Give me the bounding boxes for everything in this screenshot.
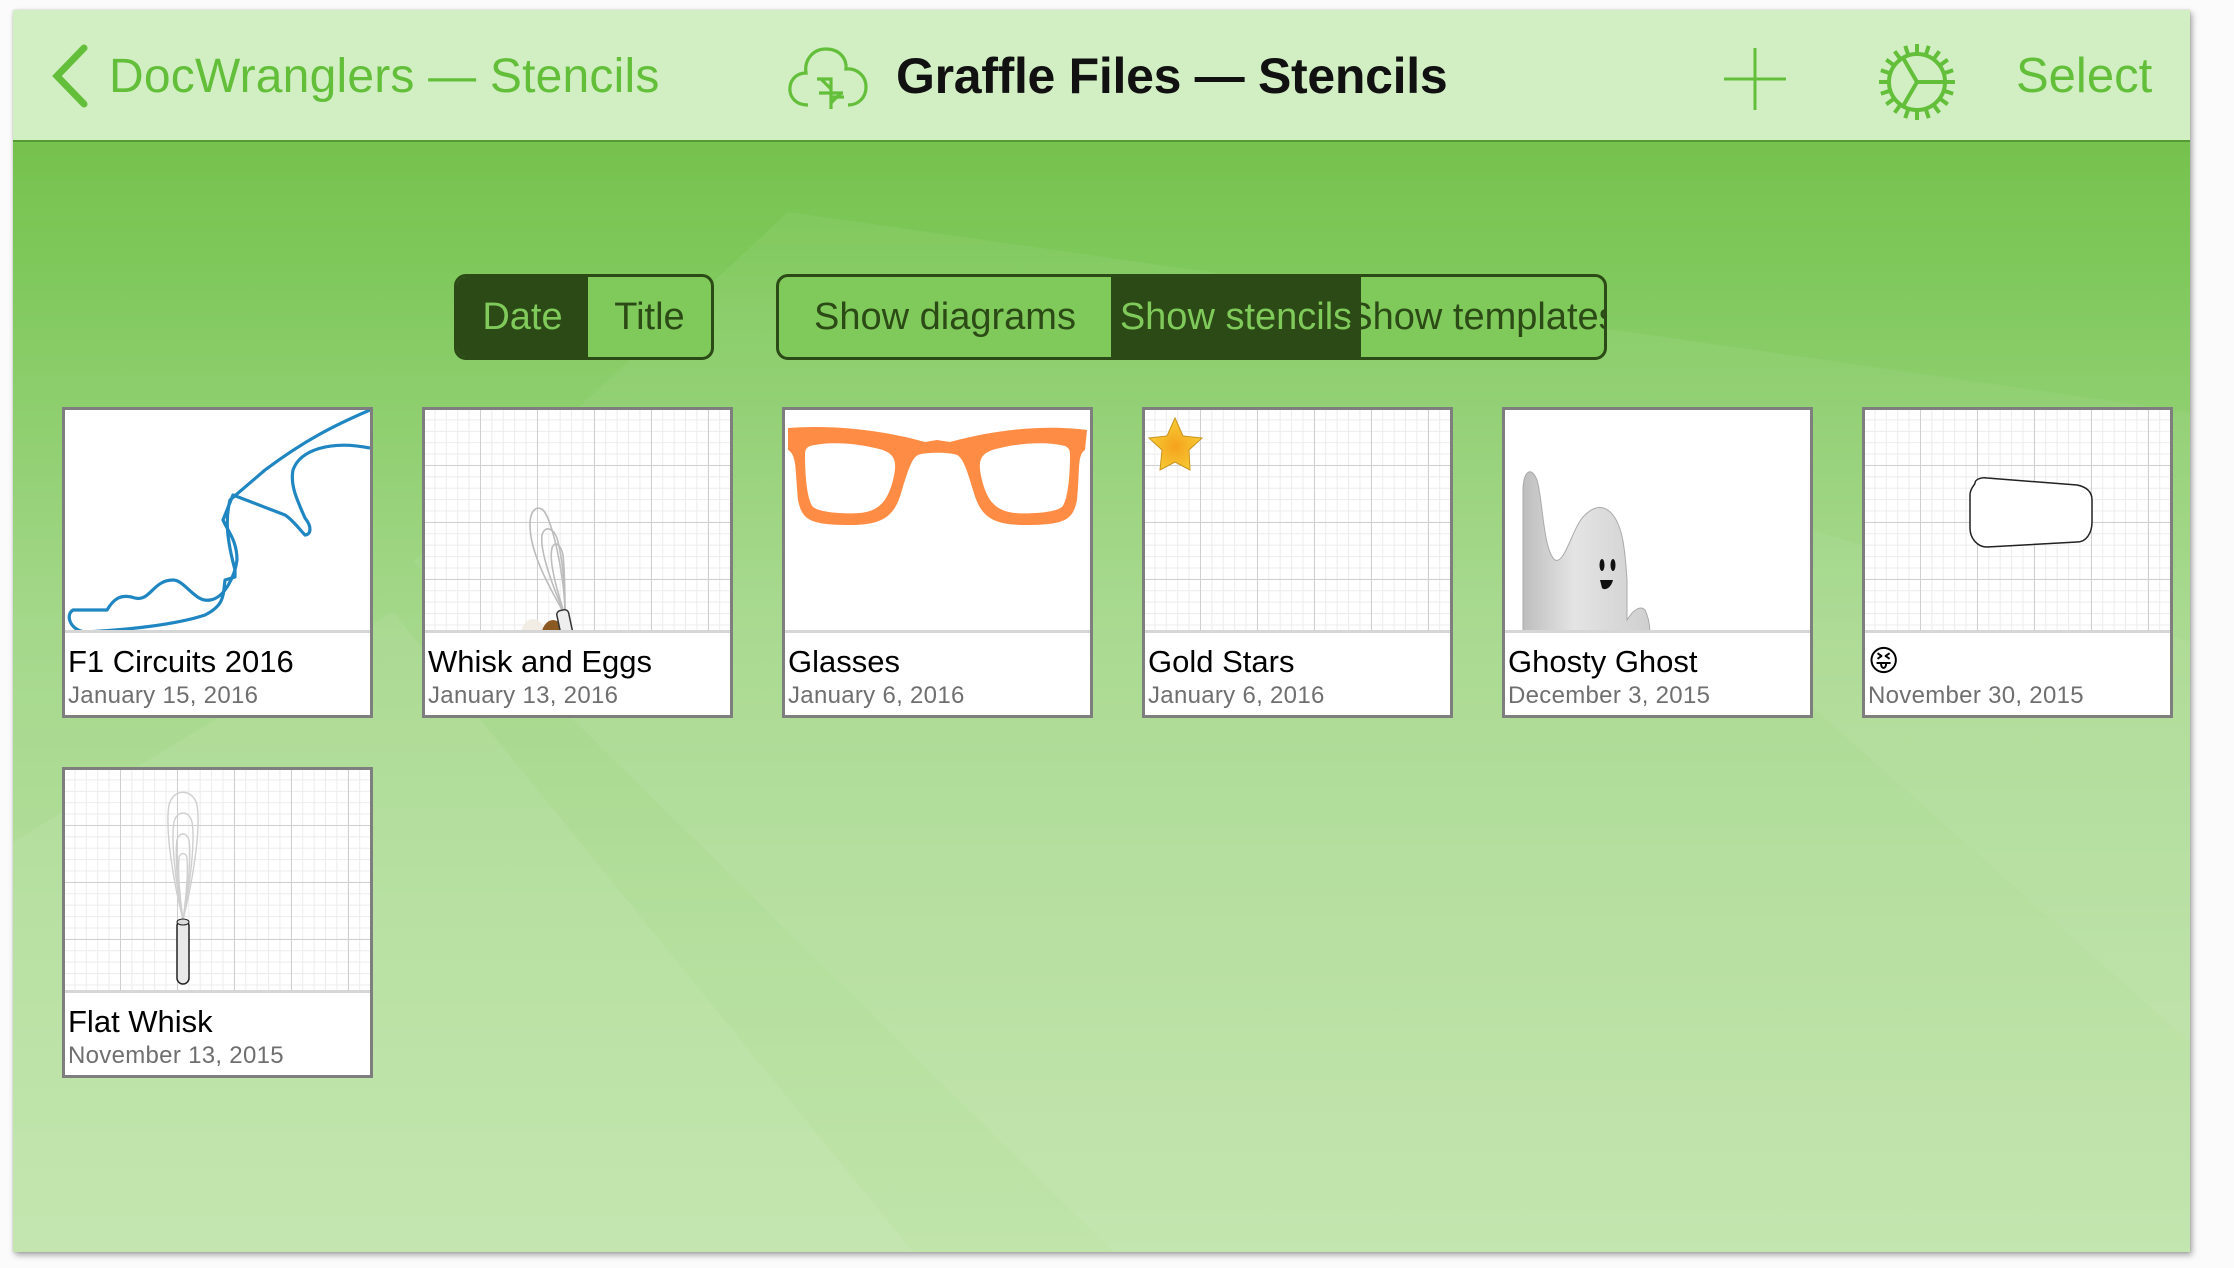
gear-tooth xyxy=(1924,108,1931,119)
show-stencils-segment[interactable]: Show stencils xyxy=(1111,277,1361,357)
sort-segmented-control: Date Title xyxy=(454,274,714,360)
app-window: DocWranglers — Stencils Graffle Files — … xyxy=(13,10,2190,1252)
gear-tooth xyxy=(1932,50,1941,60)
document-title: Ghosty Ghost xyxy=(1508,644,1698,679)
document-date: January 6, 2016 xyxy=(788,682,965,709)
document-date: November 30, 2015 xyxy=(1868,682,2084,709)
document-date: January 13, 2016 xyxy=(428,682,619,709)
ghost-thumbnail xyxy=(1522,471,1651,630)
gear-tooth xyxy=(1880,68,1891,75)
card-divider xyxy=(1505,630,1810,633)
gear-tooth xyxy=(1885,58,1895,67)
gear-tooth xyxy=(1903,45,1910,56)
document-date: January 6, 2016 xyxy=(1148,682,1325,709)
title-group: Graffle Files — Stencils xyxy=(786,40,1448,112)
gear-tooth xyxy=(1880,89,1891,96)
plus-icon[interactable] xyxy=(1722,46,1788,112)
card-divider xyxy=(65,990,370,993)
gear-tooth xyxy=(1893,104,1902,114)
gear-tooth xyxy=(1939,97,1949,106)
document-thumbnail xyxy=(1865,410,2170,630)
gear-tooth xyxy=(1924,45,1931,56)
back-label: DocWranglers — Stencils xyxy=(109,49,660,103)
sort-by-title-segment[interactable]: Title xyxy=(588,277,711,357)
navigation-bar: DocWranglers — Stencils Graffle Files — … xyxy=(13,10,2190,142)
chevron-left-icon xyxy=(52,44,88,108)
card-divider xyxy=(65,630,370,633)
document-title: Gold Stars xyxy=(1148,644,1295,679)
glasses-thumbnail xyxy=(788,426,1087,525)
gear-tooth xyxy=(1939,58,1949,67)
document-card[interactable]: Gold Stars January 6, 2016 xyxy=(1142,407,1453,718)
cloud-sync-icon[interactable] xyxy=(786,41,876,111)
gear-tooth xyxy=(1893,50,1902,60)
flat-whisk-thumbnail xyxy=(167,791,199,985)
gear-tooth xyxy=(1885,97,1895,106)
filter-segmented-control: Show diagrams Show stencils Show templat… xyxy=(776,274,1607,360)
document-date: December 3, 2015 xyxy=(1508,682,1711,709)
show-diagrams-segment[interactable]: Show diagrams xyxy=(779,277,1111,357)
document-date: January 15, 2016 xyxy=(68,682,259,709)
document-title: F1 Circuits 2016 xyxy=(68,644,294,679)
document-title: Glasses xyxy=(788,644,900,679)
card-divider xyxy=(1145,630,1450,633)
document-card[interactable]: 😝 November 30, 2015 xyxy=(1862,407,2173,718)
document-card[interactable]: Ghosty Ghost December 3, 2015 xyxy=(1502,407,1813,718)
document-card[interactable]: F1 Circuits 2016 January 15, 2016 xyxy=(62,407,373,718)
gold-star-thumbnail xyxy=(1147,416,1204,471)
gear-icon[interactable] xyxy=(1875,40,1959,124)
document-card[interactable]: Whisk and Eggs January 13, 2016 xyxy=(422,407,733,718)
document-title: 😝 xyxy=(1868,644,1900,679)
rounded-trapezoid-thumbnail xyxy=(1969,477,2093,548)
card-divider xyxy=(425,630,730,633)
whisk-and-eggs-thumbnail xyxy=(521,507,575,630)
race-circuit-thumbnail xyxy=(67,410,370,630)
document-thumbnail xyxy=(425,410,730,630)
card-divider xyxy=(785,630,1090,633)
document-card[interactable]: Glasses January 6, 2016 xyxy=(782,407,1093,718)
document-thumbnail xyxy=(1505,410,1810,630)
back-button[interactable]: DocWranglers — Stencils xyxy=(50,40,660,112)
gear-tooth xyxy=(1932,104,1941,114)
document-title: Whisk and Eggs xyxy=(428,644,652,679)
document-title: Flat Whisk xyxy=(68,1004,213,1039)
document-thumbnail xyxy=(65,770,370,990)
gear-tooth xyxy=(1903,108,1910,119)
document-date: November 13, 2015 xyxy=(68,1042,284,1069)
document-thumbnail xyxy=(785,410,1090,630)
card-divider xyxy=(1865,630,2170,633)
page-title: Graffle Files — Stencils xyxy=(896,48,1448,104)
document-thumbnail xyxy=(1145,410,1450,630)
gear-tooth xyxy=(1943,89,1954,96)
select-button[interactable]: Select xyxy=(2016,48,2152,104)
document-card[interactable]: Flat Whisk November 13, 2015 xyxy=(62,767,373,1078)
gear-tooth xyxy=(1943,68,1954,75)
show-templates-segment[interactable]: Show templates xyxy=(1347,277,1604,357)
sort-by-date-segment[interactable]: Date xyxy=(457,277,588,357)
document-thumbnail xyxy=(65,410,370,630)
